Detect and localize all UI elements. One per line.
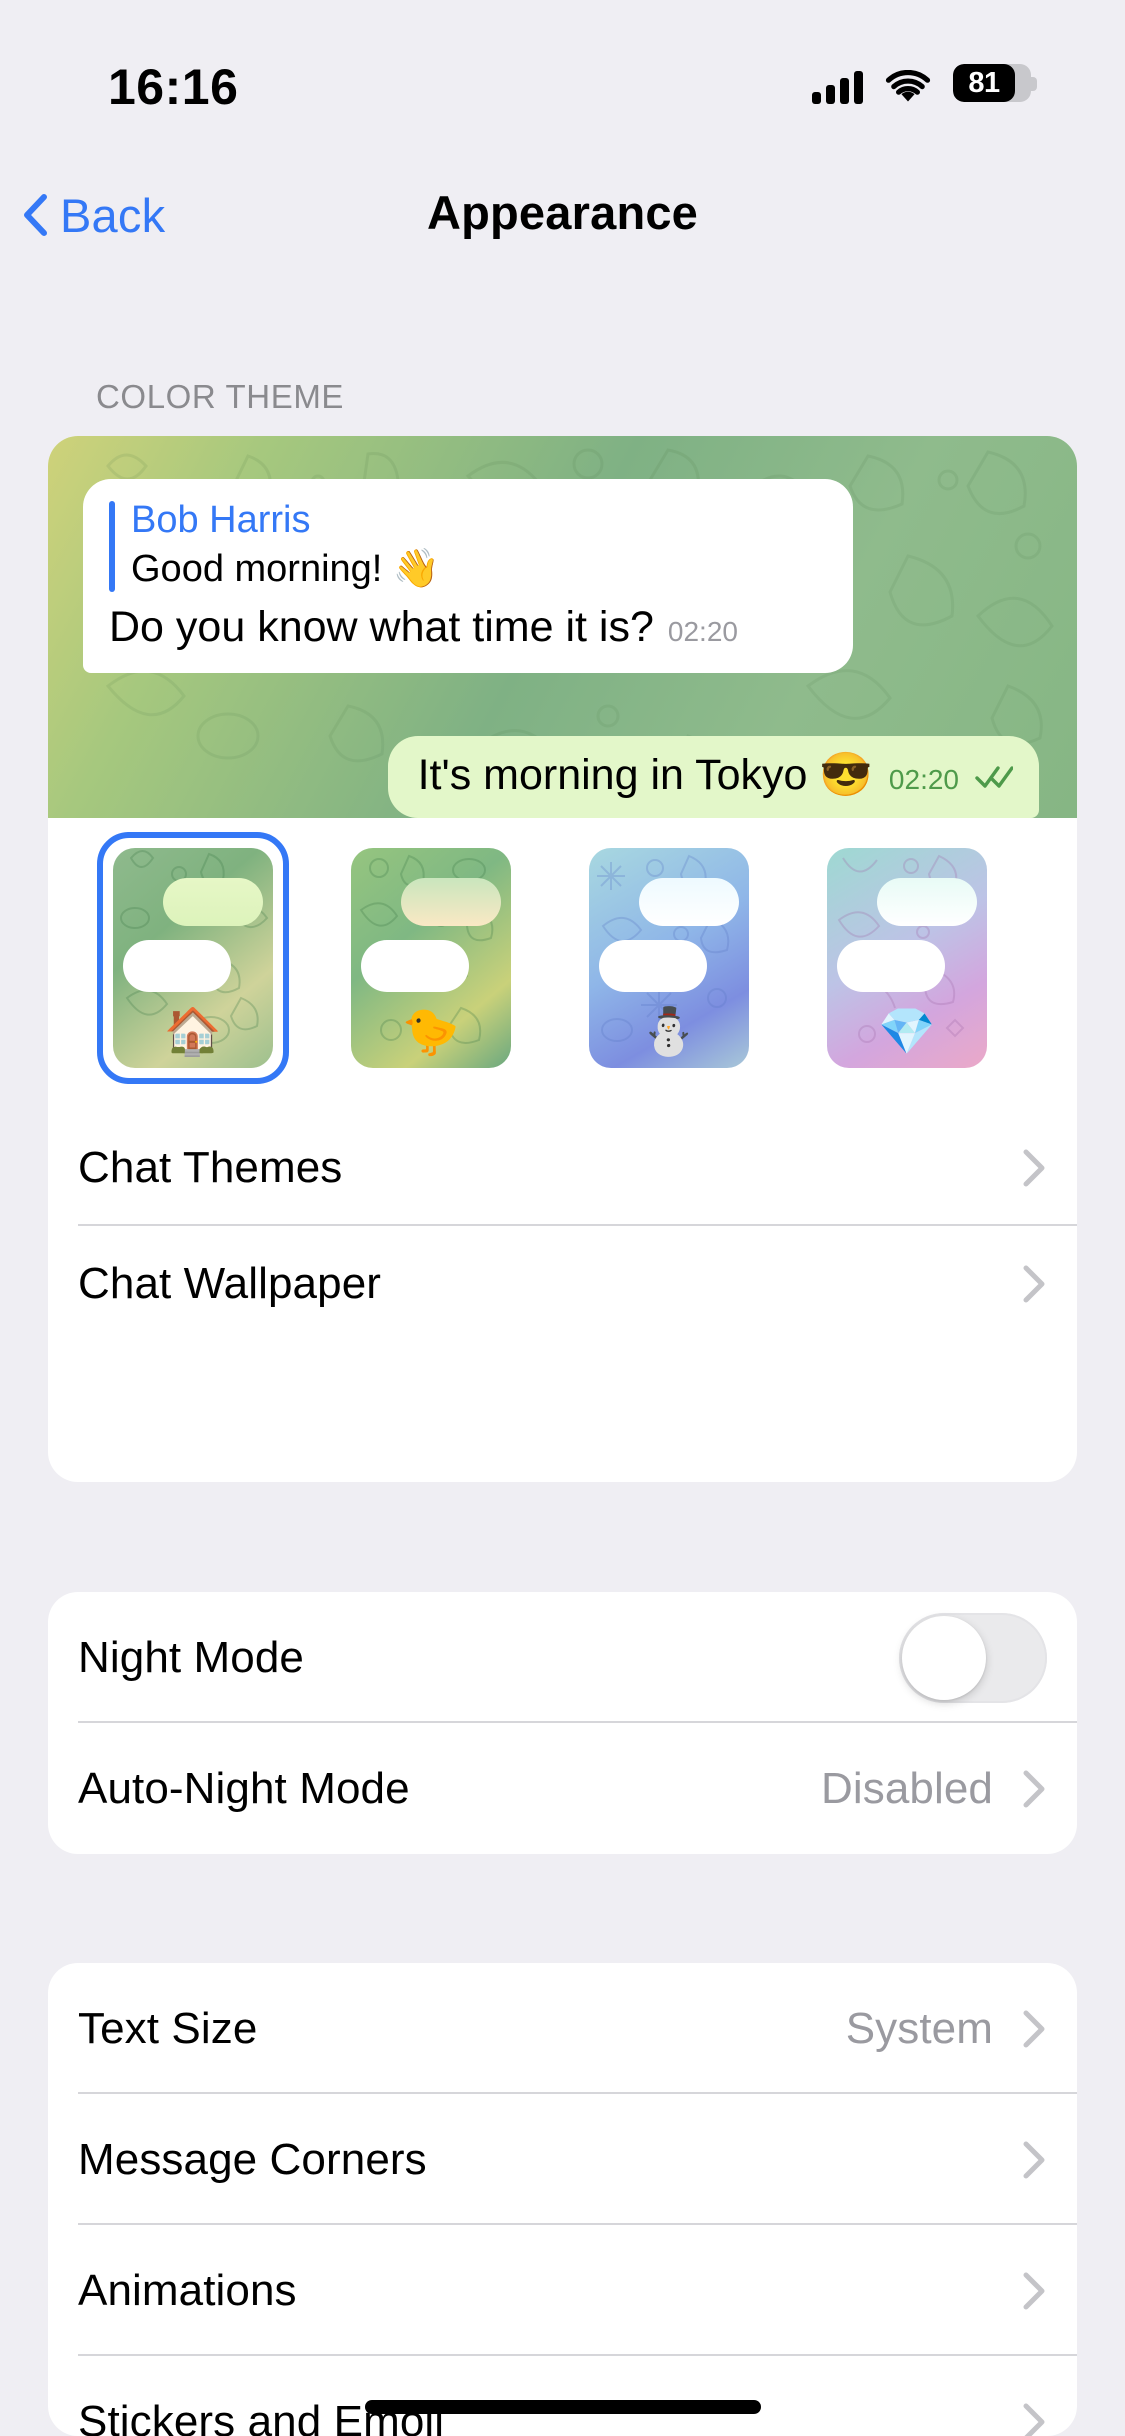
preview-incoming-bubble: Bob Harris Good morning! 👋 Do you know w… [83,479,853,674]
chevron-right-icon [1023,2141,1045,2178]
row-text-size[interactable]: Text Size System [48,1963,1077,2094]
row-chat-wallpaper[interactable]: Chat Wallpaper [48,1226,1077,1342]
chat-theme-preview[interactable]: Bob Harris Good morning! 👋 Do you know w… [48,436,1077,818]
row-stickers-and-emoji[interactable]: Stickers and Emoji [48,2356,1077,2436]
theme-swatch-home[interactable]: 🏠 [113,848,273,1068]
color-theme-section-header: COLOR THEME [96,378,345,415]
row-night-mode[interactable]: Night Mode [48,1592,1077,1723]
battery-icon: 81 [953,64,1037,104]
preview-reply-author: Bob Harris [131,499,311,541]
row-auto-night-mode-label: Auto-Night Mode [78,1763,410,1813]
navigation-bar: Appearance Back [0,150,1125,280]
chevron-right-icon [1023,1149,1045,1187]
chevron-right-icon [1023,1770,1045,1807]
night-mode-card: Night Mode Auto-Night Mode Disabled [48,1592,1077,1854]
chevron-right-icon [1023,2403,1045,2436]
double-check-icon [975,766,1013,788]
theme-swatch-chick[interactable]: 🐤 [351,848,511,1068]
swatch-emoji: 🐤 [402,1005,460,1057]
home-indicator [364,2400,761,2414]
preview-incoming-time: 02:20 [667,615,738,647]
preview-reply-quote: Bob Harris Good morning! 👋 [109,497,827,594]
preview-outgoing-bubble: It's morning in Tokyo 😎 02:20 [387,736,1039,818]
page-title: Appearance [426,185,699,239]
chevron-right-icon [1023,1265,1045,1303]
row-text-size-label: Text Size [78,2003,258,2053]
row-auto-night-mode[interactable]: Auto-Night Mode Disabled [48,1723,1077,1854]
status-bar-indicators: 81 [812,62,1037,104]
night-mode-toggle[interactable] [899,1612,1047,1703]
row-night-mode-label: Night Mode [78,1632,305,1682]
chevron-right-icon [1023,2272,1045,2309]
back-button-label: Back [60,188,166,242]
battery-percent-label: 81 [968,66,1000,99]
status-bar: 16:16 81 [0,0,1125,150]
cellular-signal-icon [812,68,863,104]
row-chat-themes-label: Chat Themes [78,1143,343,1192]
status-bar-time: 16:16 [108,59,239,115]
appearance-settings-screen: 16:16 81 Appearance Back COLOR THEME Bob… [0,0,1125,2436]
chevron-right-icon [1023,2010,1045,2047]
row-auto-night-mode-value: Disabled [820,1763,993,1813]
preview-reply-text: Good morning! 👋 [131,547,441,590]
swatch-emoji: 💎 [878,1005,936,1057]
preview-outgoing-message: It's morning in Tokyo 😎 [417,751,873,799]
swatch-emoji: 🏠 [164,1005,222,1057]
preview-incoming-message: Do you know what time it is? [109,602,654,651]
theme-swatch-list[interactable]: 🏠 🐤 ⛄ 💎 [48,818,1077,1098]
row-animations-label: Animations [78,2265,297,2315]
preview-outgoing-time: 02:20 [888,764,959,795]
back-button[interactable]: Back [22,178,165,252]
row-animations[interactable]: Animations [48,2225,1077,2356]
display-options-card: Text Size System Message Corners Animati… [48,1963,1077,2436]
chevron-left-icon [24,194,47,236]
row-text-size-value: System [845,2003,993,2053]
row-chat-wallpaper-label: Chat Wallpaper [78,1259,382,1308]
row-chat-themes[interactable]: Chat Themes [48,1110,1077,1226]
row-message-corners-label: Message Corners [78,2134,427,2184]
wifi-icon [885,70,931,104]
theme-swatch-diamond[interactable]: 💎 [827,848,987,1068]
row-message-corners[interactable]: Message Corners [48,2094,1077,2225]
theme-swatch-snowman[interactable]: ⛄ [589,848,749,1068]
color-theme-card: Bob Harris Good morning! 👋 Do you know w… [48,436,1077,1482]
swatch-emoji: ⛄ [640,1005,698,1057]
